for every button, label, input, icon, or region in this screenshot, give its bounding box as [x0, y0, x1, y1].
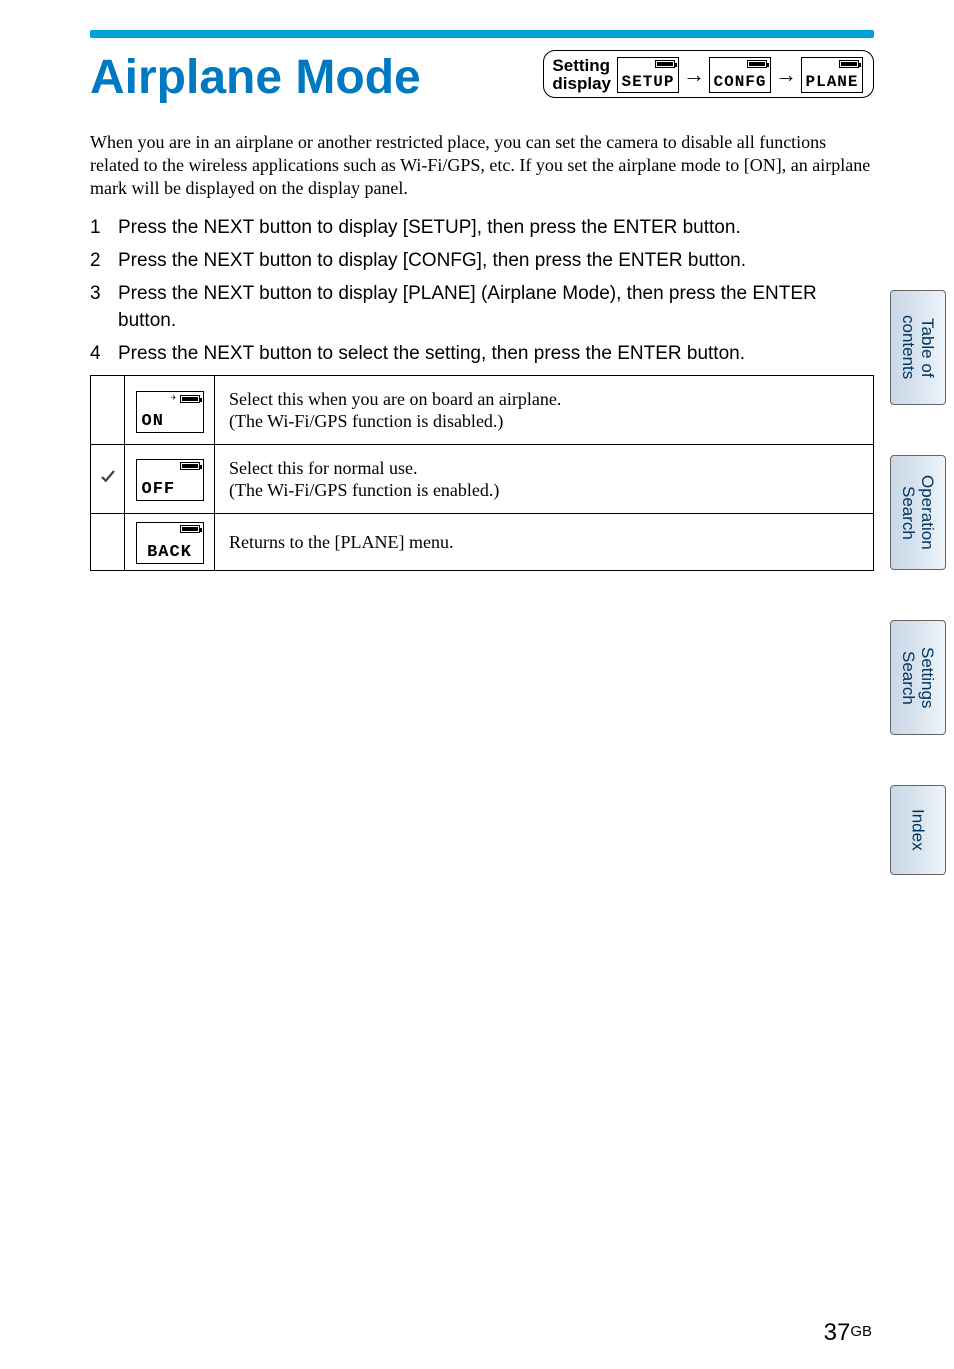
battery-icon [839, 60, 859, 68]
option-lcd-label: ON [142, 413, 164, 430]
side-tabs: Table ofcontents OperationSearch Setting… [890, 290, 946, 875]
step-number: 2 [90, 247, 108, 274]
page-number: 37GB [824, 1319, 872, 1347]
intro-paragraph: When you are in an airplane or another r… [90, 131, 874, 200]
steps-list: 1 Press the NEXT button to display [SETUP… [90, 214, 874, 367]
option-description: Select this for normal use. (The Wi-Fi/G… [215, 445, 874, 514]
tab-operation-search[interactable]: OperationSearch [890, 455, 946, 570]
option-description: Select this when you are on board an air… [215, 376, 874, 445]
setting-display-box: Settingdisplay SETUP → CONFG → PLANE [543, 50, 874, 98]
option-description-line: (The Wi-Fi/GPS function is disabled.) [229, 411, 503, 431]
option-description: Returns to the [PLANE] menu. [215, 514, 874, 571]
step-item: 1 Press the NEXT button to display [SETUP… [90, 214, 874, 241]
checkmark-icon [99, 468, 117, 486]
breadcrumb-label: SETUP [621, 74, 674, 90]
tab-index[interactable]: Index [890, 785, 946, 875]
step-number: 3 [90, 280, 108, 334]
table-row: OFF Select this for normal use. (The Wi-… [91, 445, 874, 514]
page-region: GB [850, 1323, 872, 1340]
options-table: ✈ ON Select this when you are on board a… [90, 375, 874, 571]
page-title: Airplane Mode [90, 50, 421, 105]
default-indicator-cell [91, 514, 125, 571]
table-row: BACK Returns to the [PLANE] menu. [91, 514, 874, 571]
default-indicator-cell [91, 376, 125, 445]
option-lcd-cell: BACK [125, 514, 215, 571]
step-item: 2 Press the NEXT button to display [CONFG… [90, 247, 874, 274]
default-indicator-cell [91, 445, 125, 514]
option-description-line: Returns to the [PLANE] menu. [229, 532, 453, 552]
step-text: Press the NEXT button to display [PLANE]… [118, 280, 874, 334]
breadcrumb-step-plane: PLANE [801, 57, 863, 93]
battery-icon [180, 462, 200, 470]
airplane-icon: ✈ [171, 394, 177, 403]
option-description-line: Select this for normal use. [229, 458, 417, 478]
option-lcd-label: OFF [142, 481, 176, 498]
step-text: Press the NEXT button to display [SETUP]… [118, 214, 741, 241]
battery-icon [655, 60, 675, 68]
setting-display-label: Settingdisplay [552, 57, 611, 93]
step-number: 4 [90, 340, 108, 367]
top-accent-bar [90, 30, 874, 38]
page-number-value: 37 [824, 1319, 851, 1346]
option-lcd-cell: ✈ ON [125, 376, 215, 445]
option-lcd-label: BACK [147, 544, 192, 561]
step-text: Press the NEXT button to select the sett… [118, 340, 745, 367]
table-row: ✈ ON Select this when you are on board a… [91, 376, 874, 445]
breadcrumb-label: CONFG [713, 74, 766, 90]
battery-icon [747, 60, 767, 68]
battery-icon [180, 525, 200, 533]
arrow-icon: → [775, 64, 797, 86]
breadcrumb-step-setup: SETUP [617, 57, 679, 93]
step-text: Press the NEXT button to display [CONFG]… [118, 247, 746, 274]
arrow-icon: → [683, 64, 705, 86]
option-description-line: (The Wi-Fi/GPS function is enabled.) [229, 480, 499, 500]
step-number: 1 [90, 214, 108, 241]
option-lcd-cell: OFF [125, 445, 215, 514]
option-description-line: Select this when you are on board an air… [229, 389, 561, 409]
breadcrumb-step-confg: CONFG [709, 57, 771, 93]
step-item: 3Press the NEXT button to display [PLANE… [90, 280, 874, 334]
step-item: 4 Press the NEXT button to select the set… [90, 340, 874, 367]
tab-settings-search[interactable]: SettingsSearch [890, 620, 946, 735]
battery-icon [180, 395, 200, 403]
tab-table-of-contents[interactable]: Table ofcontents [890, 290, 946, 405]
breadcrumb-label: PLANE [805, 74, 858, 90]
